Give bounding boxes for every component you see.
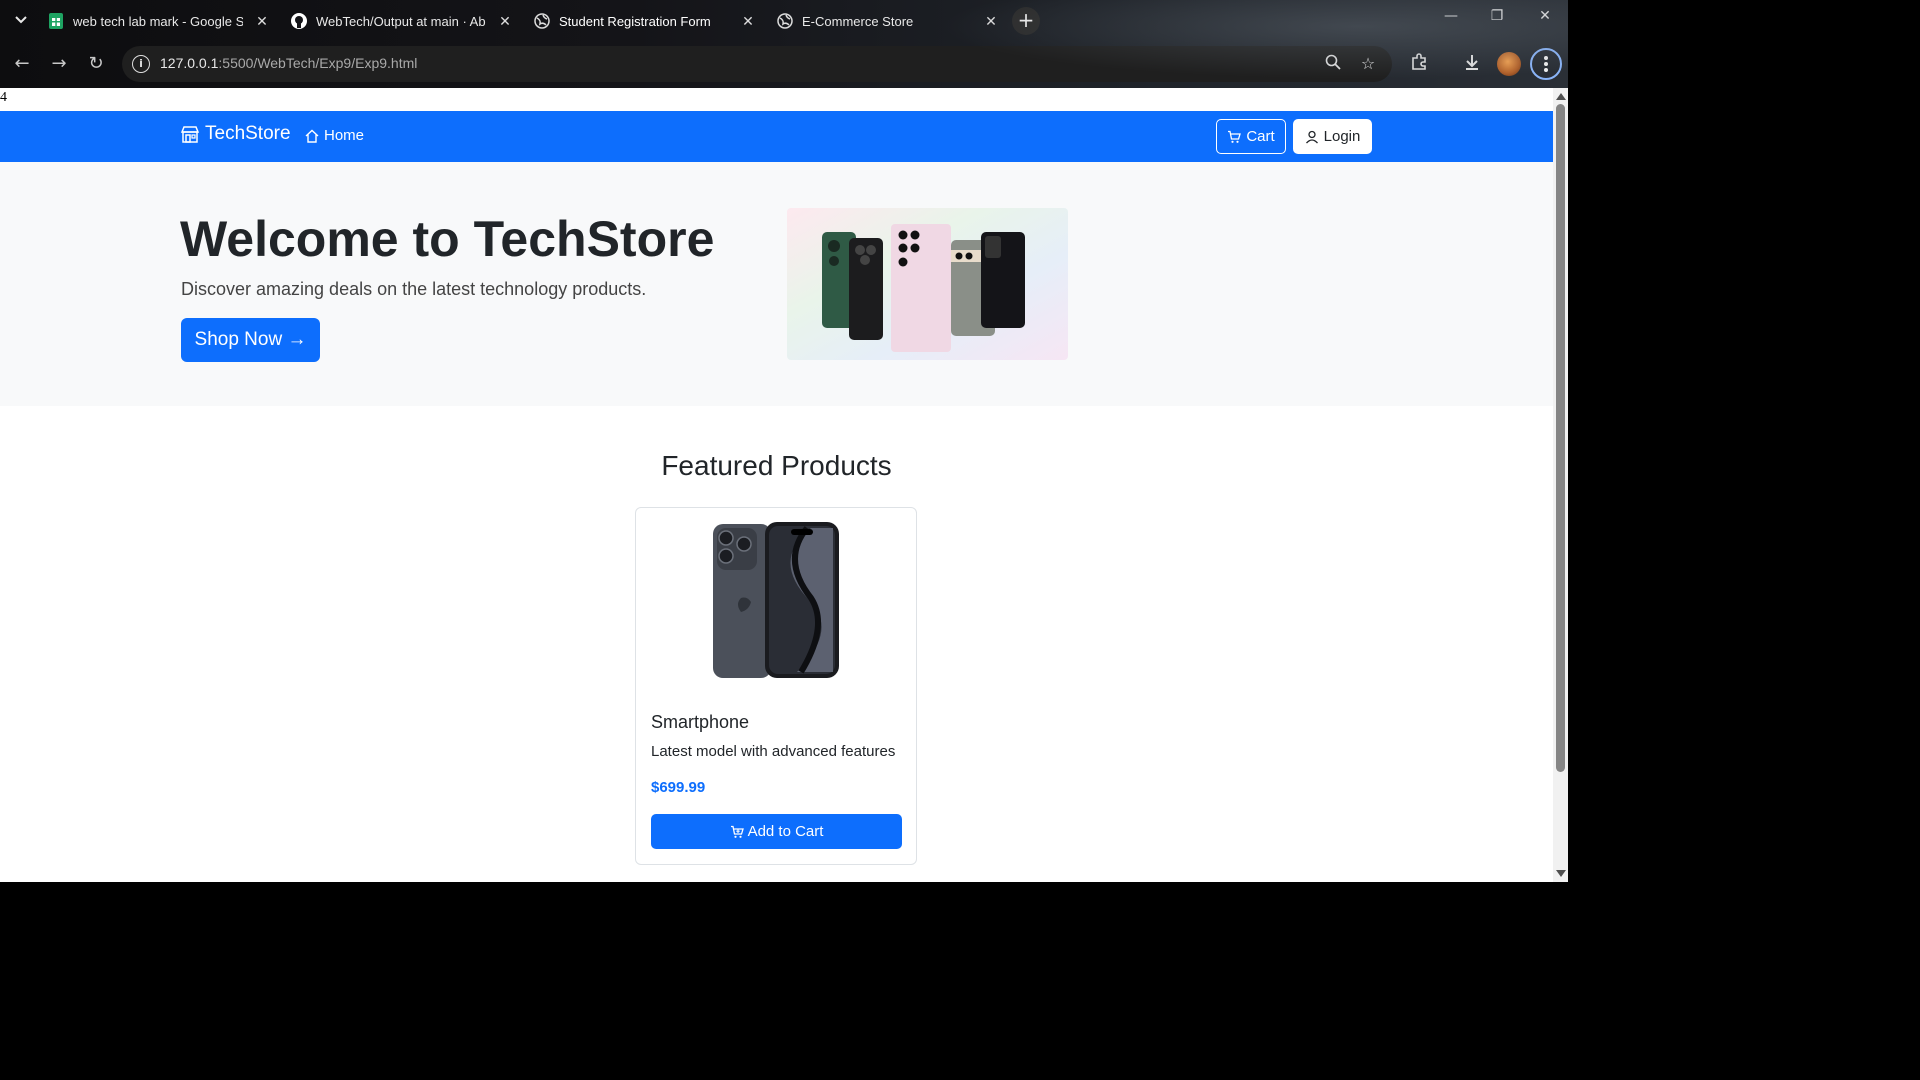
- restore-icon[interactable]: ❐: [1482, 8, 1512, 24]
- product-description: Latest model with advanced features: [651, 743, 896, 760]
- tab-sheets[interactable]: web tech lab mark - Google Sheets ✕: [48, 6, 270, 36]
- product-card: Smartphone Latest model with advanced fe…: [635, 507, 917, 865]
- zoom-icon[interactable]: [1322, 54, 1344, 74]
- tab-title: web tech lab mark - Google Sheets: [73, 13, 243, 29]
- bookmark-star-icon[interactable]: ☆: [1357, 54, 1379, 73]
- forward-icon[interactable]: →: [47, 53, 71, 77]
- login-label: Login: [1323, 128, 1361, 145]
- nav-home-link[interactable]: Home: [305, 127, 364, 144]
- tab-ecommerce-store[interactable]: E-Commerce Store ✕: [777, 6, 999, 36]
- tab-student-registration[interactable]: Student Registration Form ✕: [534, 6, 756, 36]
- add-to-cart-label: Add to Cart: [747, 823, 824, 840]
- browser-chrome: web tech lab mark - Google Sheets ✕ WebT…: [0, 0, 1568, 88]
- browser-toolbar: ← → ↻ i 127.0.0.1:5500/WebTech/Exp9/Exp9…: [0, 41, 1568, 88]
- minimize-icon[interactable]: —: [1436, 8, 1466, 24]
- download-icon[interactable]: [1460, 53, 1484, 76]
- menu-kebab-icon[interactable]: [1530, 48, 1562, 80]
- product-name: Smartphone: [651, 712, 750, 732]
- close-tab-icon[interactable]: ✕: [740, 13, 756, 30]
- url-path: :5500/WebTech/Exp9/Exp9.html: [218, 55, 418, 71]
- close-window-icon[interactable]: ✕: [1530, 8, 1560, 24]
- url-host: 127.0.0.1: [160, 55, 219, 71]
- product-price: $699.99: [651, 779, 706, 796]
- address-bar[interactable]: i 127.0.0.1:5500/WebTech/Exp9/Exp9.html …: [122, 46, 1392, 82]
- site-info-icon[interactable]: i: [132, 55, 150, 73]
- cart-icon: [1228, 130, 1242, 143]
- house-icon: [305, 129, 319, 143]
- tab-strip: web tech lab mark - Google Sheets ✕ WebT…: [0, 0, 1568, 41]
- nav-home-label: Home: [324, 127, 365, 144]
- cart-button[interactable]: Cart: [1216, 119, 1286, 154]
- tab-title: Student Registration Form: [559, 13, 711, 29]
- tab-search-chevron-icon[interactable]: [10, 8, 32, 32]
- scrollbar-thumb[interactable]: [1556, 104, 1565, 772]
- shop-icon: [180, 126, 200, 143]
- hero-title: Welcome to TechStore: [180, 211, 715, 267]
- brand-name: TechStore: [205, 123, 291, 144]
- sheets-icon: [48, 13, 64, 29]
- globe-icon: [777, 13, 793, 29]
- profile-avatar[interactable]: [1497, 52, 1521, 76]
- tab-title: WebTech/Output at main · Abhi: [316, 13, 486, 29]
- reload-icon[interactable]: ↻: [84, 53, 108, 77]
- featured-products-title: Featured Products: [661, 450, 892, 481]
- github-icon: [291, 13, 307, 29]
- brand-link[interactable]: TechStore: [180, 123, 291, 145]
- tab-title: E-Commerce Store: [802, 13, 914, 29]
- navbar: TechStore Home Cart Login: [0, 111, 1553, 162]
- close-tab-icon[interactable]: ✕: [983, 13, 999, 30]
- hero-subtitle: Discover amazing deals on the latest tec…: [181, 279, 647, 299]
- cart-label: Cart: [1246, 128, 1275, 145]
- page-viewport: 4 TechStore Home Cart Login Welcome to T…: [0, 88, 1553, 882]
- smartphone-image: [711, 520, 843, 682]
- close-tab-icon[interactable]: ✕: [497, 13, 513, 30]
- login-button[interactable]: Login: [1293, 119, 1372, 154]
- person-icon: [1305, 130, 1318, 143]
- extensions-icon[interactable]: [1407, 53, 1431, 76]
- scroll-down-arrow-icon[interactable]: [1556, 870, 1566, 877]
- scroll-up-arrow-icon[interactable]: [1556, 93, 1566, 100]
- page-scrollbar[interactable]: [1553, 88, 1568, 882]
- add-to-cart-button[interactable]: Add to Cart: [651, 814, 902, 849]
- close-tab-icon[interactable]: ✕: [254, 13, 270, 30]
- shop-now-button[interactable]: Shop Now →: [181, 318, 320, 362]
- back-icon[interactable]: ←: [10, 53, 34, 77]
- cart-plus-icon: [730, 825, 744, 838]
- new-tab-button[interactable]: +: [1012, 7, 1040, 35]
- hero-phones-image: [787, 208, 1068, 360]
- stray-text: 4: [0, 90, 7, 105]
- globe-icon: [534, 13, 550, 29]
- tab-github[interactable]: WebTech/Output at main · Abhi ✕: [291, 6, 513, 36]
- hero-section: Welcome to TechStore Discover amazing de…: [0, 162, 1553, 406]
- url-text[interactable]: 127.0.0.1:5500/WebTech/Exp9/Exp9.html: [160, 55, 417, 71]
